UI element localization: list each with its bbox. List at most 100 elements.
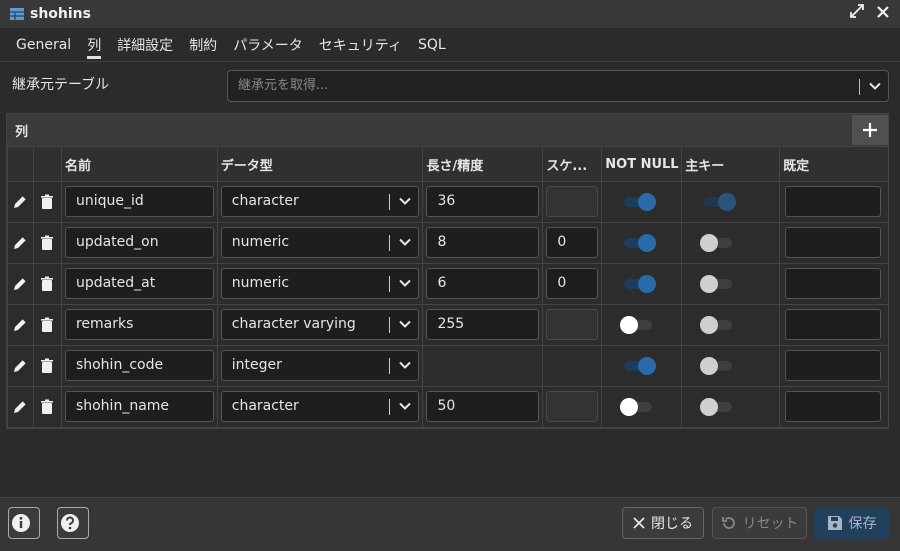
- inherit-label: 継承元テーブル: [12, 77, 110, 93]
- trash-icon: [39, 235, 55, 251]
- pencil-icon: [12, 399, 28, 415]
- tab-general[interactable]: General: [8, 28, 79, 61]
- data-type-select[interactable]: character: [220, 186, 420, 217]
- column-name-input[interactable]: shohin_name: [64, 391, 214, 422]
- not-null-toggle[interactable]: [620, 398, 656, 416]
- table-row: remarks character varying 255: [7, 304, 889, 346]
- tab-constraints[interactable]: 制約: [181, 28, 225, 61]
- data-type-value: numeric: [231, 275, 290, 291]
- reset-button[interactable]: リセット: [712, 507, 807, 539]
- scale-input[interactable]: [546, 391, 599, 422]
- not-null-toggle[interactable]: [620, 357, 657, 375]
- length-input[interactable]: 50: [426, 391, 540, 422]
- header-scale[interactable]: スケ...: [542, 146, 603, 182]
- tab-advanced[interactable]: 詳細設定: [109, 28, 181, 61]
- column-name-input[interactable]: unique_id: [64, 186, 214, 217]
- expand-icon[interactable]: [848, 4, 866, 24]
- tab-sql[interactable]: SQL: [410, 28, 454, 61]
- pencil-icon: [12, 276, 28, 292]
- length-input[interactable]: 8: [426, 227, 540, 258]
- close-button[interactable]: 閉じる: [622, 507, 704, 539]
- not-null-toggle[interactable]: [620, 234, 657, 252]
- tab-security[interactable]: セキュリティ: [311, 28, 410, 61]
- header-default[interactable]: 既定: [779, 146, 889, 182]
- header-primary-key[interactable]: 主キー: [681, 146, 781, 182]
- delete-row-button[interactable]: [32, 345, 62, 387]
- table-row: updated_at numeric 6 0: [7, 263, 889, 305]
- primary-key-toggle[interactable]: [700, 275, 736, 293]
- reset-label: リセット: [742, 516, 799, 532]
- not-null-toggle[interactable]: [620, 275, 657, 293]
- help-button[interactable]: [57, 507, 89, 539]
- info-icon: [12, 514, 30, 532]
- tab-columns[interactable]: 列: [79, 28, 109, 61]
- primary-key-toggle[interactable]: [700, 357, 736, 375]
- edit-row-button[interactable]: [7, 181, 34, 223]
- default-input[interactable]: [785, 391, 881, 422]
- data-type-select[interactable]: character varying: [220, 309, 420, 340]
- delete-row-button[interactable]: [32, 386, 62, 428]
- save-label: 保存: [848, 516, 877, 532]
- edit-row-button[interactable]: [7, 345, 34, 387]
- delete-row-button[interactable]: [32, 181, 62, 223]
- trash-icon: [39, 399, 55, 415]
- edit-row-button[interactable]: [7, 386, 34, 428]
- primary-key-toggle[interactable]: [700, 316, 736, 334]
- pencil-icon: [12, 194, 28, 210]
- trash-icon: [39, 194, 55, 210]
- pencil-icon: [12, 317, 28, 333]
- header-length[interactable]: 長さ/精度: [422, 146, 544, 182]
- scale-input[interactable]: 0: [546, 227, 599, 258]
- trash-icon: [39, 276, 55, 292]
- save-button[interactable]: 保存: [814, 507, 889, 539]
- title-bar: shohins: [0, 0, 900, 28]
- column-name-input[interactable]: updated_at: [64, 268, 214, 299]
- header-not-null[interactable]: NOT NULL: [601, 146, 683, 182]
- edit-row-button[interactable]: [7, 304, 34, 346]
- column-name-input[interactable]: updated_on: [64, 227, 214, 258]
- scale-input[interactable]: [546, 186, 599, 217]
- data-type-value: numeric: [231, 234, 290, 250]
- edit-row-button[interactable]: [7, 263, 34, 305]
- default-input[interactable]: [785, 350, 881, 381]
- length-input[interactable]: 36: [426, 186, 540, 217]
- column-name-input[interactable]: shohin_code: [64, 350, 214, 381]
- primary-key-toggle[interactable]: [700, 193, 737, 211]
- pencil-icon: [12, 235, 28, 251]
- inherit-placeholder: 継承元を取得...: [238, 78, 329, 93]
- scale-input[interactable]: [546, 309, 599, 340]
- chevron-down-icon: [399, 238, 412, 246]
- data-type-select[interactable]: numeric: [220, 227, 420, 258]
- tab-parameters[interactable]: パラメータ: [225, 28, 311, 61]
- default-input[interactable]: [785, 309, 881, 340]
- tab-bar: General 列 詳細設定 制約 パラメータ セキュリティ SQL: [0, 28, 900, 62]
- scale-input[interactable]: 0: [546, 268, 599, 299]
- primary-key-toggle[interactable]: [700, 234, 736, 252]
- data-type-select[interactable]: integer: [220, 350, 420, 381]
- header-type[interactable]: データ型: [216, 146, 424, 182]
- delete-row-button[interactable]: [32, 304, 62, 346]
- close-window-icon[interactable]: [874, 4, 892, 24]
- not-null-toggle[interactable]: [620, 316, 656, 334]
- primary-key-toggle[interactable]: [700, 398, 736, 416]
- column-name-input[interactable]: remarks: [64, 309, 214, 340]
- default-input[interactable]: [785, 186, 881, 217]
- length-input[interactable]: 6: [426, 268, 540, 299]
- edit-row-button[interactable]: [7, 222, 34, 264]
- delete-row-button[interactable]: [32, 222, 62, 264]
- header-name[interactable]: 名前: [60, 146, 218, 182]
- delete-row-button[interactable]: [32, 263, 62, 305]
- info-button[interactable]: [8, 507, 40, 539]
- columns-table: 名前 データ型 長さ/精度 スケ... NOT NULL 主キー 既定 uniq…: [7, 146, 889, 428]
- not-null-toggle[interactable]: [620, 193, 657, 211]
- data-type-value: character: [231, 398, 299, 414]
- data-type-select[interactable]: numeric: [220, 268, 420, 299]
- data-type-select[interactable]: character: [220, 391, 420, 422]
- default-input[interactable]: [785, 227, 881, 258]
- add-column-button[interactable]: [852, 115, 888, 145]
- table-row: updated_on numeric 8 0: [7, 222, 889, 264]
- length-input[interactable]: 255: [426, 309, 540, 340]
- table-row: shohin_name character 50: [7, 386, 889, 428]
- default-input[interactable]: [785, 268, 881, 299]
- inherit-select[interactable]: 継承元を取得...: [227, 70, 889, 102]
